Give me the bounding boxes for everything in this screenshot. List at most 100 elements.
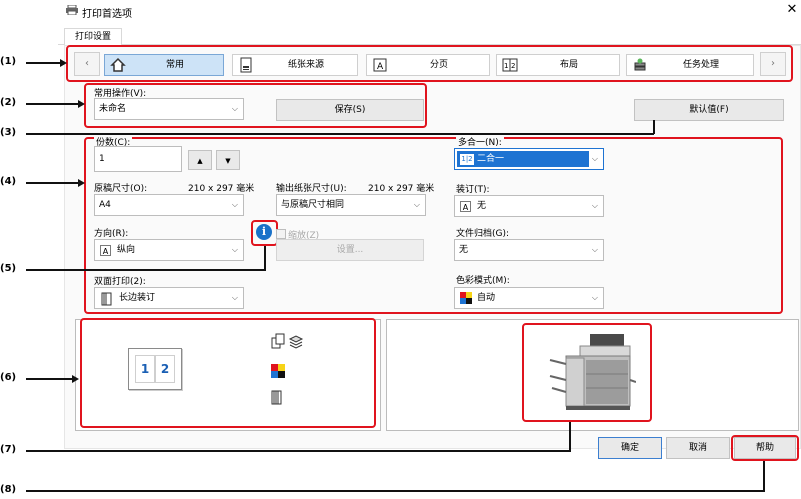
leader-3 (26, 133, 654, 135)
close-icon[interactable]: ✕ (784, 2, 800, 17)
original-size-dims: 210 x 297 毫米 (188, 184, 255, 194)
cancel-button[interactable]: 取消 (666, 437, 730, 459)
leader-7 (26, 450, 570, 452)
defaults-button[interactable]: 默认值(F) (634, 99, 784, 121)
zoom-checkbox[interactable] (276, 229, 286, 239)
ribbon-item-layout[interactable]: 12 布局 (496, 54, 620, 76)
layout-icon: 12 (502, 57, 518, 73)
arrowhead-icon (78, 179, 85, 187)
ribbon-item-collate[interactable]: A 分页 (366, 54, 490, 76)
callout-3: (3) (0, 127, 17, 138)
ribbon-item-label: 纸张来源 (287, 60, 324, 70)
staple-label: 装订(T): (456, 185, 490, 195)
window-title: 打印首选项 (82, 9, 132, 20)
file-retention-select[interactable]: 无 ⌵ (454, 239, 604, 261)
tab-print-settings[interactable]: 打印设置 (64, 28, 122, 45)
help-highlight (731, 435, 799, 461)
callout-2: (2) (0, 97, 17, 108)
leader-8-vertical (763, 461, 765, 492)
preview-highlight (80, 318, 376, 428)
ribbon-item-label: 分页 (429, 60, 448, 70)
staple-select[interactable]: A 无 ⌵ (454, 195, 604, 217)
staple-icon: A (460, 201, 471, 212)
duplex-long-edge-icon (101, 292, 113, 309)
paper-tray-icon (238, 57, 254, 73)
printer-icon (66, 4, 78, 16)
leader-4 (26, 182, 78, 184)
ribbon-item-common[interactable]: 常用 (104, 54, 224, 76)
ribbon-item-job-handling[interactable]: 任务处理 (626, 54, 754, 76)
ribbon-prev-button[interactable]: ‹ (74, 52, 100, 76)
title-bar: 打印首选项 ✕ (58, 0, 801, 22)
copies-input[interactable]: 1 (94, 146, 182, 172)
job-handling-icon (632, 57, 648, 73)
home-icon (110, 57, 126, 73)
leader-2 (26, 103, 78, 105)
ribbon-item-paper-source[interactable]: 纸张来源 (232, 54, 358, 76)
chevron-down-icon: ⌵ (231, 200, 238, 209)
callout-5: (5) (0, 263, 17, 274)
original-size-select[interactable]: A4 ⌵ (94, 194, 244, 216)
ribbon-item-label: 常用 (165, 60, 184, 70)
tab-strip: 打印设置 (58, 26, 801, 45)
stack-status-icon (288, 333, 304, 352)
leader-3-vertical (653, 120, 655, 134)
duplex-select[interactable]: 长边装订 ⌵ (94, 287, 244, 309)
nup-value: 二合一 (477, 154, 505, 164)
output-size-value: 与原稿尺寸相同 (281, 200, 345, 210)
arrowhead-icon (72, 375, 79, 383)
preview-page-2: 2 (155, 355, 175, 383)
leader-6 (26, 378, 72, 380)
leader-5 (26, 269, 265, 271)
chevron-right-icon: › (771, 58, 775, 69)
leader-8 (26, 490, 764, 492)
duplex-value: 长边装订 (119, 293, 156, 303)
duplex-label: 双面打印(2): (94, 277, 146, 287)
copies-down-button[interactable]: ▼ (216, 150, 240, 170)
color-mode-value: 自动 (477, 293, 496, 303)
duplex-status-icon (271, 390, 283, 409)
ribbon-item-label: 任务处理 (682, 60, 719, 70)
orientation-value: 纵向 (117, 245, 136, 255)
ok-button[interactable]: 确定 (598, 437, 662, 459)
save-button[interactable]: 保存(S) (276, 99, 424, 121)
favorites-value: 未命名 (99, 104, 127, 114)
callout-8: (8) (0, 484, 17, 495)
nup-select[interactable]: 1|2 二合一 ⌵ (454, 148, 604, 170)
original-size-label: 原稿尺寸(O): (94, 184, 148, 194)
output-size-label: 输出纸张尺寸(U): (276, 184, 347, 194)
favorites-select[interactable]: 未命名 ⌵ (94, 98, 244, 120)
color-mode-select[interactable]: 自动 ⌵ (454, 287, 604, 309)
nup-icon: 1|2 (460, 154, 474, 165)
zoom-settings-button[interactable]: 设置... (276, 239, 424, 261)
info-icon[interactable]: i (256, 224, 272, 240)
leader-5-vertical (264, 246, 266, 271)
svg-text:A: A (377, 62, 384, 72)
info-glyph: i (261, 225, 267, 238)
color-mode-icon (460, 292, 472, 307)
file-retention-label: 文件归档(G): (456, 229, 510, 239)
callout-7: (7) (0, 444, 17, 455)
nup-label: 多合一(N): (456, 135, 504, 148)
chevron-down-icon: ⌵ (231, 104, 238, 113)
leader-1 (26, 62, 60, 64)
copies-value: 1 (99, 154, 105, 164)
arrowhead-icon (60, 59, 67, 67)
chevron-left-icon: ‹ (85, 58, 89, 69)
color-status-icon (271, 364, 285, 381)
arrowhead-icon (78, 100, 85, 108)
portrait-icon: A (100, 245, 111, 256)
staple-value: 无 (477, 201, 487, 211)
orientation-select[interactable]: A 纵向 ⌵ (94, 239, 244, 261)
file-retention-value: 无 (459, 245, 469, 255)
ribbon-next-button[interactable]: › (760, 52, 786, 76)
output-size-dims: 210 x 297 毫米 (368, 184, 435, 194)
orientation-label: 方向(R): (94, 229, 129, 239)
copies-up-button[interactable]: ▲ (188, 150, 212, 170)
svg-text:1: 1 (504, 62, 508, 70)
chevron-down-icon: ⌵ (591, 154, 598, 163)
callout-6: (6) (0, 372, 17, 383)
color-mode-label: 色彩模式(M): (456, 276, 510, 286)
collate-status-icon (270, 333, 286, 352)
output-size-select[interactable]: 与原稿尺寸相同 ⌵ (276, 194, 426, 216)
